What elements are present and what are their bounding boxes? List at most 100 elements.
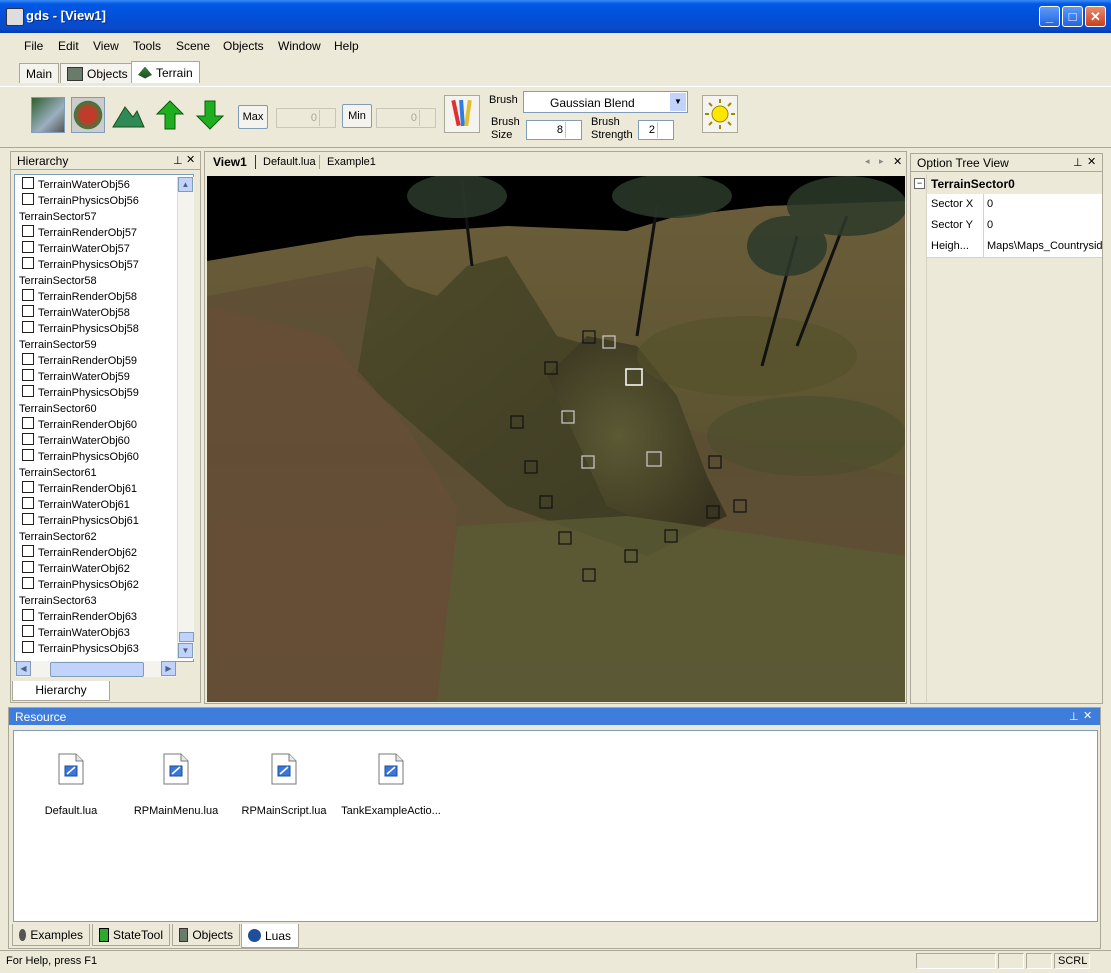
pin-icon[interactable]: ⊥	[1069, 710, 1079, 723]
tree-node-object[interactable]: TerrainPhysicsObj60	[16, 449, 176, 465]
tab-bottom-objects[interactable]: Objects	[172, 924, 240, 946]
checkbox[interactable]	[22, 481, 34, 493]
tree-node-object[interactable]: TerrainRenderObj60	[16, 417, 176, 433]
checkbox[interactable]	[22, 513, 34, 525]
tree-node-object[interactable]: TerrainWaterObj57	[16, 241, 176, 257]
tree-node-sector[interactable]: TerrainSector62	[16, 529, 176, 545]
checkbox[interactable]	[22, 353, 34, 365]
spinner-arrows-icon[interactable]	[657, 122, 672, 138]
option-value[interactable]: 0	[987, 219, 993, 231]
scroll-thumb[interactable]	[179, 632, 194, 642]
tree-node-sector[interactable]: TerrainSector57	[16, 209, 176, 225]
min-spinner[interactable]: 0	[376, 108, 436, 128]
close-icon[interactable]: ✕	[1085, 6, 1106, 27]
paint-brush-button[interactable]	[444, 95, 480, 133]
3d-viewport[interactable]	[207, 176, 905, 702]
checkbox[interactable]	[22, 321, 34, 333]
checkbox[interactable]	[22, 609, 34, 621]
brush-strength-spinner[interactable]: 2	[638, 120, 674, 140]
tab-luas[interactable]: Luas	[241, 924, 299, 948]
option-value[interactable]: Maps\Maps_Countryside	[987, 240, 1102, 252]
hierarchy-scrollbar[interactable]: ▲ ▼	[177, 177, 194, 659]
checkbox[interactable]	[22, 241, 34, 253]
tab-statetool[interactable]: StateTool	[92, 924, 170, 946]
hierarchy-hscrollbar[interactable]: ◀ ▶	[16, 661, 176, 677]
max-button[interactable]: Max	[238, 105, 268, 129]
app-icon[interactable]	[6, 8, 24, 26]
close-icon[interactable]: ✕	[186, 153, 195, 166]
collapse-icon[interactable]: −	[914, 178, 925, 189]
checkbox[interactable]	[22, 433, 34, 445]
close-icon[interactable]: ✕	[1087, 155, 1096, 168]
tab-terrain[interactable]: Terrain	[131, 61, 200, 83]
pin-icon[interactable]: ⊥	[1073, 156, 1083, 169]
tree-node-object[interactable]: TerrainWaterObj56	[16, 177, 176, 193]
tab-scroll-right-icon[interactable]: ▸	[879, 156, 884, 167]
raise-button[interactable]	[153, 99, 187, 135]
menu-file[interactable]: File	[24, 39, 43, 53]
checkbox[interactable]	[22, 561, 34, 573]
option-row-sector-x[interactable]: Sector X 0	[927, 194, 1102, 216]
tab-objects[interactable]: Objects	[60, 63, 135, 83]
terrain-select-tool-button[interactable]	[31, 97, 65, 133]
tree-node-object[interactable]: TerrainPhysicsObj58	[16, 321, 176, 337]
checkbox[interactable]	[22, 577, 34, 589]
tree-node-sector[interactable]: TerrainSector63	[16, 593, 176, 609]
checkbox[interactable]	[22, 289, 34, 301]
tree-node-sector[interactable]: TerrainSector58	[16, 273, 176, 289]
spinner-arrows-icon[interactable]	[565, 122, 580, 138]
tree-node-object[interactable]: TerrainWaterObj61	[16, 497, 176, 513]
checkbox[interactable]	[22, 449, 34, 461]
checkbox[interactable]	[22, 193, 34, 205]
brush-select[interactable]: Gaussian Blend ▼	[523, 91, 688, 113]
min-button[interactable]: Min	[342, 104, 372, 128]
tree-node-object[interactable]: TerrainPhysicsObj59	[16, 385, 176, 401]
lower-button[interactable]	[193, 99, 227, 135]
menu-objects[interactable]: Objects	[223, 39, 264, 53]
scroll-up-icon[interactable]: ▲	[178, 177, 193, 192]
checkbox[interactable]	[22, 305, 34, 317]
raise-terrain-button[interactable]	[111, 99, 145, 135]
tree-node-object[interactable]: TerrainWaterObj62	[16, 561, 176, 577]
pin-icon[interactable]: ⊥	[173, 154, 183, 167]
lighting-button[interactable]	[702, 95, 738, 133]
checkbox[interactable]	[22, 417, 34, 429]
file-item-rpmainmenu-lua[interactable]: RPMainMenu.lua	[121, 753, 231, 817]
checkbox[interactable]	[22, 545, 34, 557]
chevron-down-icon[interactable]: ▼	[670, 93, 686, 111]
checkbox[interactable]	[22, 257, 34, 269]
tree-node-object[interactable]: TerrainPhysicsObj62	[16, 577, 176, 593]
tab-scroll-left-icon[interactable]: ◂	[865, 156, 870, 167]
option-value[interactable]: 0	[987, 198, 993, 210]
tree-node-object[interactable]: TerrainPhysicsObj61	[16, 513, 176, 529]
checkbox[interactable]	[22, 177, 34, 189]
close-icon[interactable]: ✕	[893, 155, 902, 168]
tree-node-sector[interactable]: TerrainSector59	[16, 337, 176, 353]
tree-node-object[interactable]: TerrainWaterObj58	[16, 305, 176, 321]
file-item-rpmainscript-lua[interactable]: RPMainScript.lua	[229, 753, 339, 817]
checkbox[interactable]	[22, 369, 34, 381]
tree-node-object[interactable]: TerrainRenderObj59	[16, 353, 176, 369]
tree-node-sector[interactable]: TerrainSector60	[16, 401, 176, 417]
scroll-down-icon[interactable]: ▼	[178, 643, 193, 658]
menu-window[interactable]: Window	[278, 39, 321, 53]
option-row-sector-y[interactable]: Sector Y 0	[927, 215, 1102, 237]
doc-tab-default-lua[interactable]: Default.lua	[263, 156, 316, 168]
tree-node-sector[interactable]: TerrainSector61	[16, 465, 176, 481]
scroll-right-icon[interactable]: ▶	[161, 661, 176, 676]
tree-node-object[interactable]: TerrainRenderObj62	[16, 545, 176, 561]
tab-hierarchy[interactable]: Hierarchy	[12, 681, 110, 701]
file-item-default-lua[interactable]: Default.lua	[16, 753, 126, 817]
menu-scene[interactable]: Scene	[176, 39, 210, 53]
checkbox[interactable]	[22, 497, 34, 509]
tree-node-object[interactable]: TerrainRenderObj61	[16, 481, 176, 497]
brush-size-spinner[interactable]: 8	[526, 120, 582, 140]
tree-node-object[interactable]: TerrainWaterObj60	[16, 433, 176, 449]
file-item-tankexampleaction-lua[interactable]: TankExampleActio...	[336, 753, 446, 817]
tab-examples[interactable]: Examples	[12, 924, 90, 946]
menu-edit[interactable]: Edit	[58, 39, 79, 53]
doc-tab-view1[interactable]: View1	[213, 155, 247, 169]
tree-node-object[interactable]: TerrainRenderObj57	[16, 225, 176, 241]
menu-help[interactable]: Help	[334, 39, 359, 53]
hierarchy-tree[interactable]: TerrainWaterObj56 TerrainPhysicsObj56 Terr…	[16, 177, 176, 659]
